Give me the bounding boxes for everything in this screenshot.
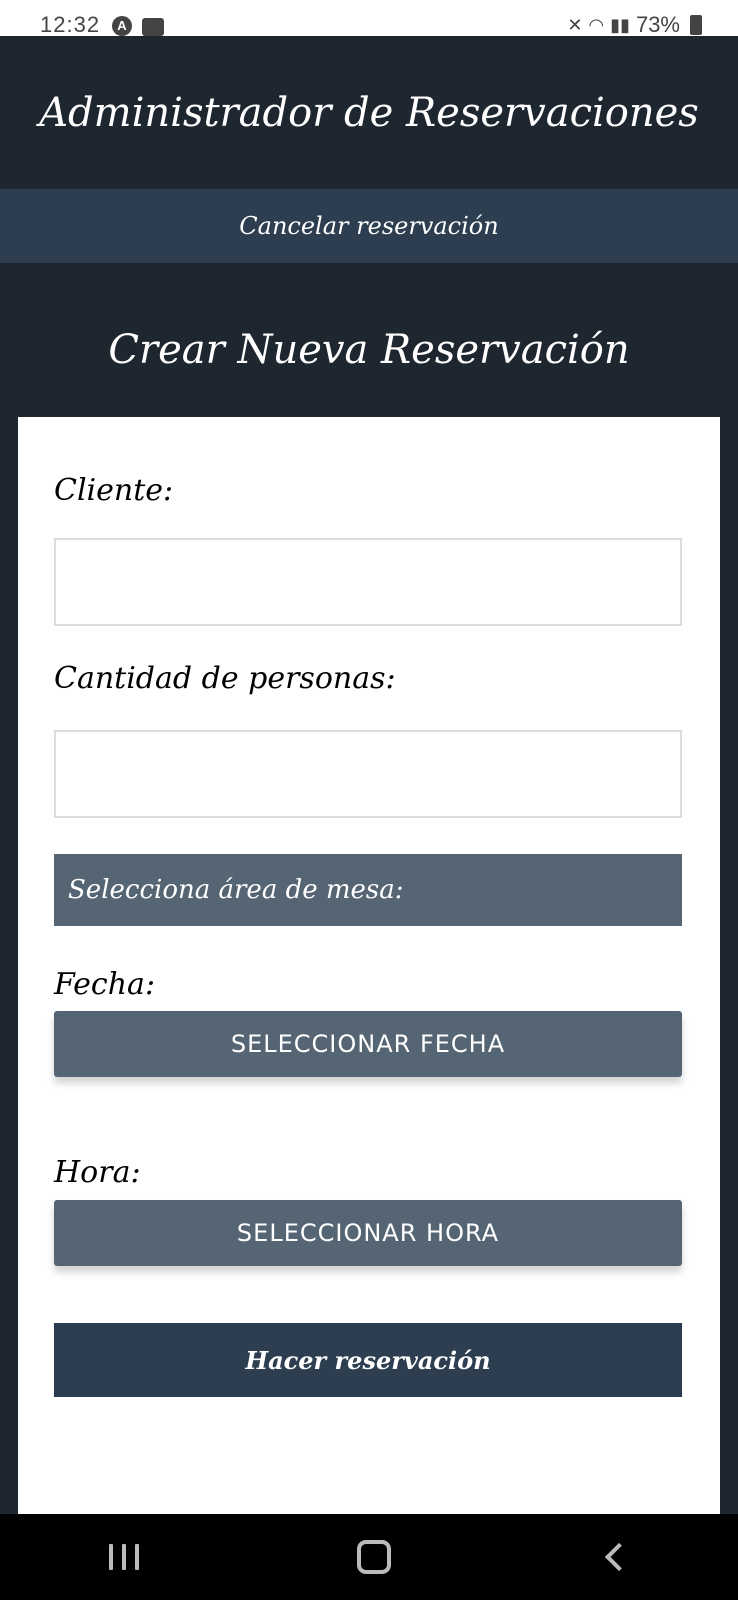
home-icon[interactable] <box>357 1540 391 1574</box>
mute-icon: ✕ <box>567 15 583 35</box>
status-right: ✕ ◠ ▮▮ 73% <box>567 14 702 36</box>
system-nav-bar <box>0 1514 738 1600</box>
battery-percent: 73% <box>635 12 680 37</box>
app-title: Administrador de Reservaciones <box>0 36 738 189</box>
client-input[interactable] <box>54 538 682 626</box>
people-input[interactable] <box>54 730 682 818</box>
signal-icon: ▮▮ <box>610 15 630 35</box>
date-label: Fecha: <box>54 967 156 1002</box>
page-title: Crear Nueva Reservación <box>108 327 630 373</box>
battery-icon <box>690 15 702 35</box>
wifi-icon: ◠ <box>588 15 605 35</box>
submit-reservation-button[interactable]: Hacer reservación <box>54 1323 682 1397</box>
client-label: Cliente: <box>54 473 174 508</box>
select-time-button[interactable]: SELECCIONAR HORA <box>54 1200 682 1266</box>
select-date-button[interactable]: SELECCIONAR FECHA <box>54 1011 682 1077</box>
recent-apps-icon[interactable] <box>109 1544 139 1570</box>
people-label: Cantidad de personas: <box>54 661 396 696</box>
notification-app-icon <box>142 18 164 36</box>
time-label: Hora: <box>54 1155 141 1190</box>
status-bar: 12:32 A ✕ ◠ ▮▮ 73% <box>0 0 738 36</box>
notification-a-icon: A <box>112 16 132 36</box>
status-time: 12:32 <box>40 12 101 37</box>
reservation-form: Cliente: Cantidad de personas: Seleccion… <box>18 417 720 1514</box>
table-area-select[interactable]: Selecciona área de mesa: <box>54 854 682 926</box>
cancel-reservation-link[interactable]: Cancelar reservación <box>0 189 738 263</box>
back-icon[interactable] <box>604 1542 634 1572</box>
